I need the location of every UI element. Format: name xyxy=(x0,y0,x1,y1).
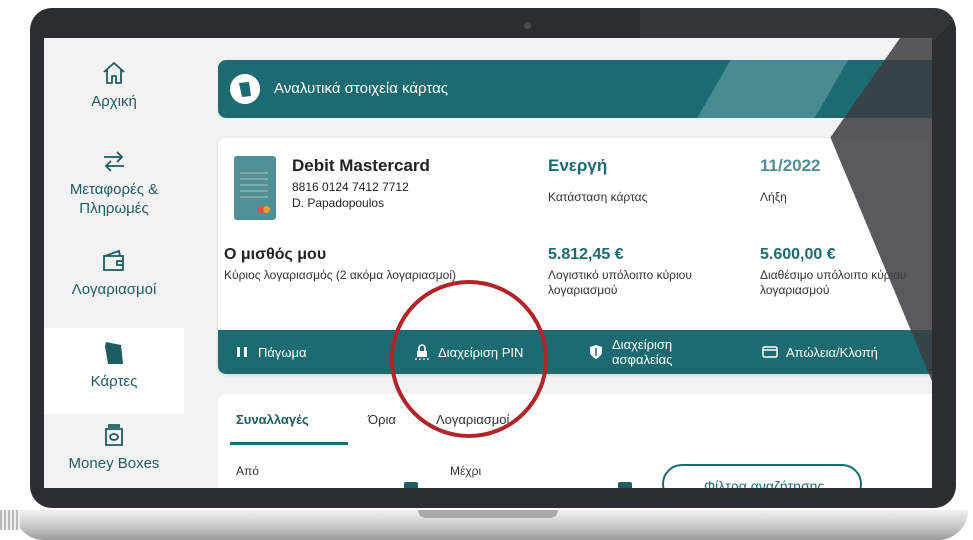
transfer-arrows-icon xyxy=(104,151,124,172)
money-box-icon xyxy=(105,424,123,446)
date-from-label: Από xyxy=(236,464,259,478)
sidebar-item-transfers[interactable]: Μεταφορές & Πληρωμές xyxy=(44,148,184,218)
calendar-icon[interactable] xyxy=(618,482,632,488)
card-holder: D. Papadopoulos xyxy=(292,196,385,210)
sidebar-item-money-boxes[interactable]: Money Boxes xyxy=(44,422,184,473)
shield-icon xyxy=(590,345,602,359)
card-actions-bar: Πάγωμα Διαχείριση PIN Διαχείριση ασφαλεί… xyxy=(218,330,932,374)
transactions-panel: Συναλλαγές Όρια Λογαριασμοί Από Μέχρι Φί… xyxy=(218,394,932,488)
sidebar-item-accounts[interactable]: Λογαριασμοί xyxy=(44,248,184,299)
card-icon xyxy=(230,74,260,104)
manage-security-button[interactable]: Διαχείριση ασφαλείας xyxy=(588,330,692,374)
sidebar-item-cards[interactable]: Κάρτες xyxy=(44,328,184,414)
card-name: Debit Mastercard xyxy=(292,156,430,175)
ledger-balance-label: Λογιστικό υπόλοιπο κύριου λογαριασμού xyxy=(548,268,692,297)
card-details-banner: Αναλυτικά στοιχεία κάρτας xyxy=(218,60,932,118)
available-balance-value: 5.600,00 € xyxy=(760,246,836,263)
wallet-icon xyxy=(103,249,124,271)
sidebar-item-home[interactable]: Αρχική xyxy=(44,60,184,111)
card-image xyxy=(234,156,276,220)
search-filters-label: Φίλτρα αναζήτησης xyxy=(704,478,825,488)
ledger-balance-value: 5.812,45 € xyxy=(548,246,624,263)
sidebar: Αρχική Μεταφορές & Πληρωμές Λογαριασμοί … xyxy=(44,38,184,488)
card-alert-icon xyxy=(762,346,778,358)
sidebar-item-label: Κάρτες xyxy=(90,373,138,390)
lost-stolen-button[interactable]: Απώλεια/Κλοπή xyxy=(762,330,878,374)
screen: Αρχική Μεταφορές & Πληρωμές Λογαριασμοί … xyxy=(44,38,932,488)
calendar-icon[interactable] xyxy=(404,482,418,488)
base-reflection xyxy=(0,510,20,530)
webcam xyxy=(524,22,531,29)
card-status-label: Κατάσταση κάρτας xyxy=(548,190,648,204)
laptop-base-notch xyxy=(418,510,558,518)
card-status-value: Ενεργή xyxy=(548,156,608,175)
sidebar-item-label: Λογαριασμοί xyxy=(71,281,157,298)
tab-accounts[interactable]: Λογαριασμοί xyxy=(436,412,509,427)
sidebar-item-label: Money Boxes xyxy=(68,455,160,472)
sidebar-item-label: Μεταφορές & Πληρωμές xyxy=(69,181,159,217)
card-icon xyxy=(105,342,123,364)
card-expiry-label: Λήξη xyxy=(760,190,787,204)
card-details-panel: Debit Mastercard 8816 0124 7412 7712 D. … xyxy=(218,138,932,374)
manage-security-label: Διαχείριση ασφαλείας xyxy=(612,337,673,367)
sidebar-item-label: Αρχική xyxy=(91,93,137,110)
date-to-label: Μέχρι xyxy=(450,464,482,478)
account-subtitle[interactable]: Κύριος λογαριασμός (2 ακόμα λογαριασμοί) xyxy=(224,268,456,282)
card-expiry-value: 11/2022 xyxy=(760,156,821,175)
card-number: 8816 0124 7412 7712 xyxy=(292,180,409,194)
home-icon xyxy=(103,62,125,84)
search-filters-button[interactable]: Φίλτρα αναζήτησης xyxy=(662,464,862,488)
lost-stolen-label: Απώλεια/Κλοπή xyxy=(786,344,878,360)
manage-pin-label: Διαχείριση PIN xyxy=(438,344,524,360)
freeze-card-label: Πάγωμα xyxy=(258,344,307,360)
freeze-card-button[interactable]: Πάγωμα xyxy=(234,330,307,374)
main-content: Αναλυτικά στοιχεία κάρτας Debit Masterca… xyxy=(218,38,932,488)
tab-limits[interactable]: Όρια xyxy=(368,412,396,427)
available-balance-label: Διαθέσιμο υπόλοιπο κύριου λογαριασμού xyxy=(760,268,907,297)
lock-icon xyxy=(415,344,429,360)
manage-pin-button[interactable]: Διαχείριση PIN xyxy=(414,330,523,374)
active-tab-indicator xyxy=(230,442,348,445)
pause-icon xyxy=(237,347,247,357)
page-title: Αναλυτικά στοιχεία κάρτας xyxy=(274,80,448,97)
tab-transactions[interactable]: Συναλλαγές xyxy=(236,412,309,427)
account-name: Ο μισθός μου xyxy=(224,246,327,263)
